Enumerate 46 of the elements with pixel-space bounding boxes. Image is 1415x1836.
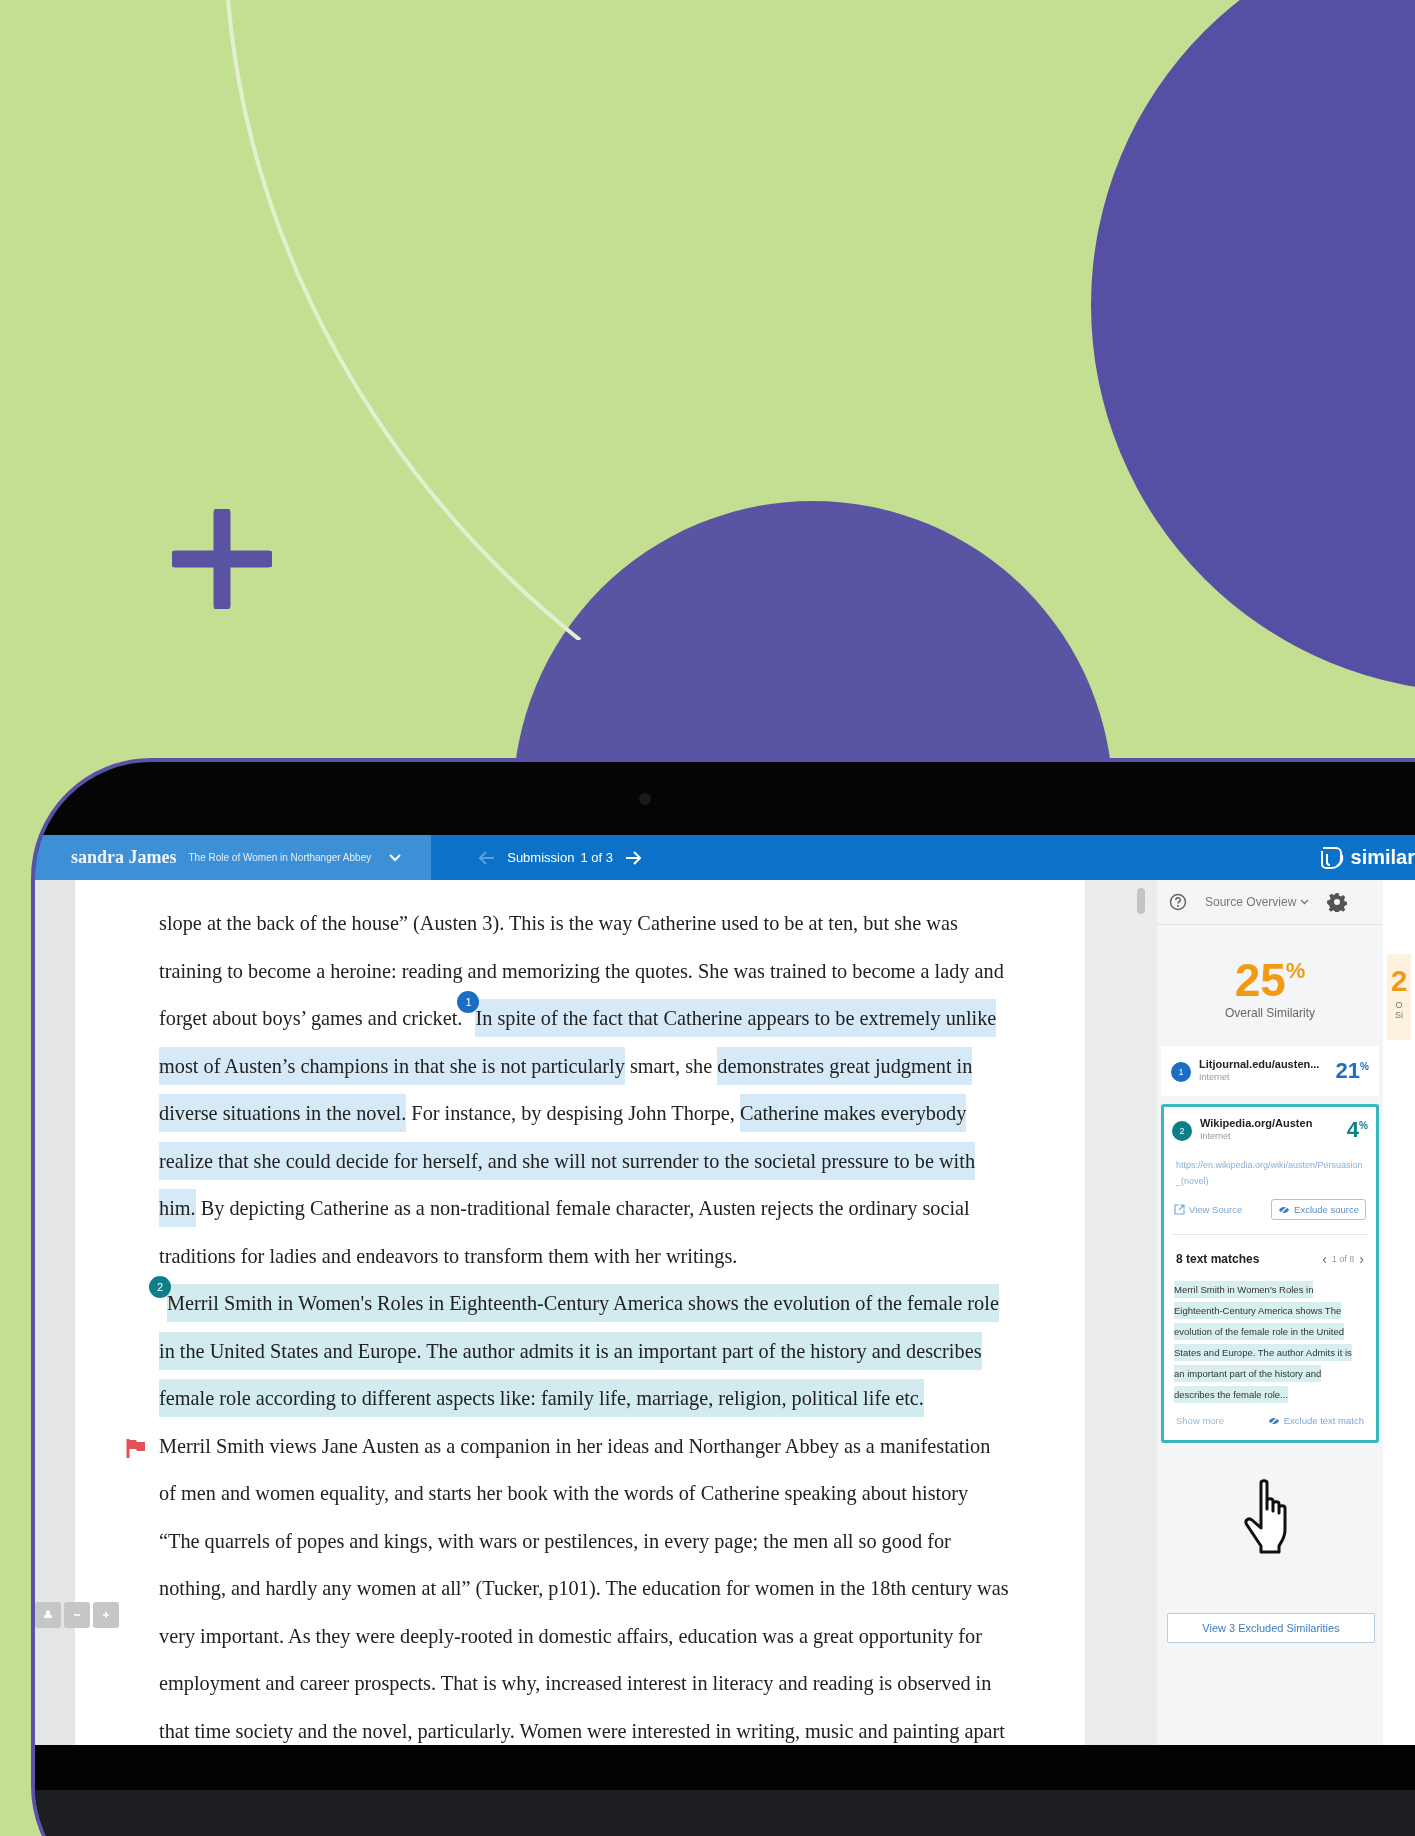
brand-name: similar (1350, 846, 1415, 869)
previous-match-button[interactable]: ‹ (1322, 1251, 1327, 1267)
eye-slash-icon (1267, 1415, 1280, 1426)
external-link-icon (1174, 1204, 1185, 1215)
settings-icon[interactable] (1327, 892, 1348, 912)
source-percentage: 4$^{%}$ (1346, 1117, 1368, 1143)
paragraph: slope at the back of the house” (Austen 3). This is the way Catherine used to be at ten, but she was training to become a heroine: reading and memorizing the quotes. She was trained to become a lady and forget about boys’ games and cricket. 1 In spite of the fact that Catherine appears to be extremely unlike most of Austen’s champions in that she is not particularly smart, she demonstrates great judgment in diverse situations in the novel. For instance, by despising John Thorpe, Catherine makes everybody realize that she could decide for herself, and she will not surrender to the societal pressure to be with him. By depicting Catherine as a non-traditional female character, Austen rejects the ordinary social traditions for ladies and endeavors to transform them with her writings. (159, 911, 1005, 1270)
submission-dropdown[interactable]: sandra James The Role of Women in Northanger Abbey (35, 835, 432, 880)
source-number-badge: 2 (1172, 1121, 1192, 1141)
source-card[interactable] (1161, 1104, 1379, 1443)
view-excluded-button[interactable]: View 3 Excluded Similarities (1167, 1613, 1375, 1643)
eye-slash-icon (1278, 1204, 1291, 1215)
view-dropdown[interactable]: Source Overview (1205, 895, 1310, 909)
chevron-down-icon (389, 853, 402, 862)
exclude-source-button[interactable]: Exclude source (1271, 1199, 1366, 1220)
source-type: Internet (1199, 1072, 1231, 1082)
submission-count: 1 of 3 (580, 850, 613, 865)
plus-icon (172, 509, 272, 609)
next-match-button[interactable]: › (1359, 1251, 1364, 1267)
help-icon[interactable] (1169, 893, 1187, 911)
forward-arrow-icon[interactable] (624, 850, 641, 865)
source-percentage: 21$^{%}$ (1335, 1058, 1369, 1084)
view-source-link[interactable]: View Source (1174, 1204, 1243, 1215)
source-card[interactable]: 1 Litjournal.edu/austen... Internet 21$^{%}$ (1161, 1046, 1379, 1096)
source-name: Wikipedia.org/Austen (1200, 1117, 1314, 1129)
source-name: Litjournal.edu/austen... (1199, 1058, 1321, 1070)
flag-icon[interactable] (125, 1436, 147, 1459)
overall-percentage: 25$^{%}$ (1233, 953, 1307, 1004)
source-url-link[interactable]: https://en.wikipedia.org/wiki/austen/Persuasion_(novel) (1176, 1157, 1364, 1189)
paragraph: Merril Smith views Jane Austen as a companion in her ideas and Northanger Abbey as a manifestation of men and women equality, and starts her book with the words of Catherine speaking about history “The quarrels of popes and kings, with wars or pestilences, in every page; the men all so good for nothing, and hardly any women at all” (Tucker, p101). The education for women in the 18th century was very important. As they were deeply-rooted in domestic affairs, education was a great opportunity for employment and career prospects. That is why, increased interest in literacy and reading is observed in that time society and the novel, particularly. Women were interested in writing, music and painting apart (159, 1433, 1009, 1745)
submission-label: Submission (507, 850, 575, 865)
match-pager-text: 1 of 8 (1331, 1254, 1355, 1264)
text-matches-count: 8 text matches (1176, 1252, 1260, 1266)
source-number-badge: 1 (1171, 1062, 1191, 1082)
summary-label: Si (1394, 1010, 1404, 1020)
chevron-down-icon (1300, 899, 1310, 905)
plus-icon (101, 1610, 111, 1620)
document-title: The Role of Women in Northanger Abbey (188, 852, 372, 863)
person-icon (42, 1609, 54, 1621)
student-name: sandra James (71, 847, 177, 868)
exclude-text-match-link[interactable]: Exclude text match (1267, 1415, 1364, 1426)
source-type: Internet (1200, 1131, 1232, 1141)
scrollbar-thumb[interactable] (1137, 888, 1145, 914)
overall-label: Overall Similarity (1224, 1006, 1316, 1020)
summary-label: O (1394, 1000, 1404, 1010)
summary-value: 2 (1389, 963, 1409, 999)
